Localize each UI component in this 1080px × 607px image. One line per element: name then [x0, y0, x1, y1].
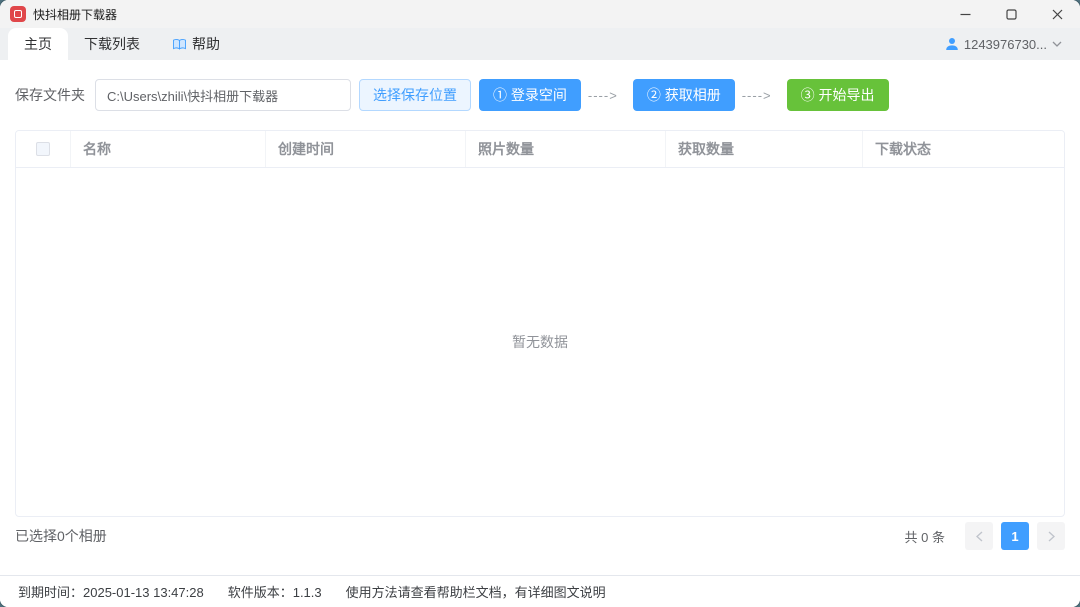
- version-text: 软件版本：1.1.3: [228, 582, 322, 601]
- next-page-button[interactable]: [1037, 522, 1065, 550]
- flow-arrow: ---->: [588, 88, 618, 103]
- tab-download-list-label: 下载列表: [84, 34, 140, 54]
- flow-arrow: ---->: [742, 88, 772, 103]
- window-controls: [942, 0, 1080, 28]
- tab-home-label: 主页: [24, 34, 52, 54]
- pagination: 共 0 条 1: [905, 522, 1065, 550]
- album-table: 名称 创建时间 照片数量 获取数量 下载状态 暂无数据: [15, 130, 1065, 517]
- toolbar: 保存文件夹 选择保存位置 ① 登录空间 ----> ② 获取相册 ----> ③…: [0, 60, 1080, 130]
- column-header-fetched-count: 获取数量: [666, 131, 863, 167]
- choose-location-button[interactable]: 选择保存位置: [359, 79, 471, 111]
- column-header-download-status: 下载状态: [863, 131, 1064, 167]
- login-space-button[interactable]: ① 登录空间: [479, 79, 581, 111]
- column-header-created: 创建时间: [266, 131, 466, 167]
- user-id-text: 1243976730...: [964, 37, 1047, 52]
- maximize-button[interactable]: [988, 0, 1034, 28]
- page-number-button[interactable]: 1: [1001, 522, 1029, 550]
- select-all-checkbox[interactable]: [36, 142, 50, 156]
- status-bar: 到期时间：2025-01-13 13:47:28 软件版本：1.1.3 使用方法…: [0, 575, 1080, 607]
- save-folder-label: 保存文件夹: [15, 85, 85, 105]
- table-header-row: 名称 创建时间 照片数量 获取数量 下载状态: [16, 131, 1064, 168]
- expiry-time-text: 到期时间：2025-01-13 13:47:28: [18, 582, 204, 601]
- book-icon: [172, 38, 187, 51]
- selection-count-text: 已选择0个相册: [15, 526, 107, 546]
- tab-bar: 主页 下载列表 帮助 1243976730...: [0, 28, 1080, 60]
- empty-state-text: 暂无数据: [512, 332, 568, 352]
- app-logo-icon: [10, 6, 26, 22]
- select-all-cell: [16, 131, 71, 167]
- window-title: 快抖相册下载器: [33, 6, 117, 23]
- fetch-albums-button[interactable]: ② 获取相册: [633, 79, 735, 111]
- tab-help-label: 帮助: [192, 34, 220, 54]
- tab-home[interactable]: 主页: [8, 28, 68, 60]
- tab-download-list[interactable]: 下载列表: [68, 28, 156, 60]
- user-account-dropdown[interactable]: 1243976730...: [945, 37, 1062, 52]
- prev-page-button[interactable]: [965, 522, 993, 550]
- save-path-input[interactable]: [95, 79, 351, 111]
- title-bar: 快抖相册下载器: [0, 0, 1080, 28]
- usage-hint-text: 使用方法请查看帮助栏文档，有详细图文说明: [346, 582, 606, 601]
- minimize-button[interactable]: [942, 0, 988, 28]
- app-window: 快抖相册下载器 主页 下载列表: [0, 0, 1080, 607]
- column-header-photo-count: 照片数量: [466, 131, 666, 167]
- user-icon: [945, 37, 959, 51]
- close-button[interactable]: [1034, 0, 1080, 28]
- chevron-down-icon: [1052, 41, 1062, 47]
- list-footer: 已选择0个相册 共 0 条 1: [0, 517, 1080, 555]
- tab-help[interactable]: 帮助: [156, 28, 236, 60]
- main-content: 保存文件夹 选择保存位置 ① 登录空间 ----> ② 获取相册 ----> ③…: [0, 60, 1080, 575]
- table-body: 暂无数据: [16, 168, 1064, 516]
- start-export-button[interactable]: ③ 开始导出: [787, 79, 889, 111]
- total-count-text: 共 0 条: [905, 527, 945, 546]
- column-header-name: 名称: [71, 131, 266, 167]
